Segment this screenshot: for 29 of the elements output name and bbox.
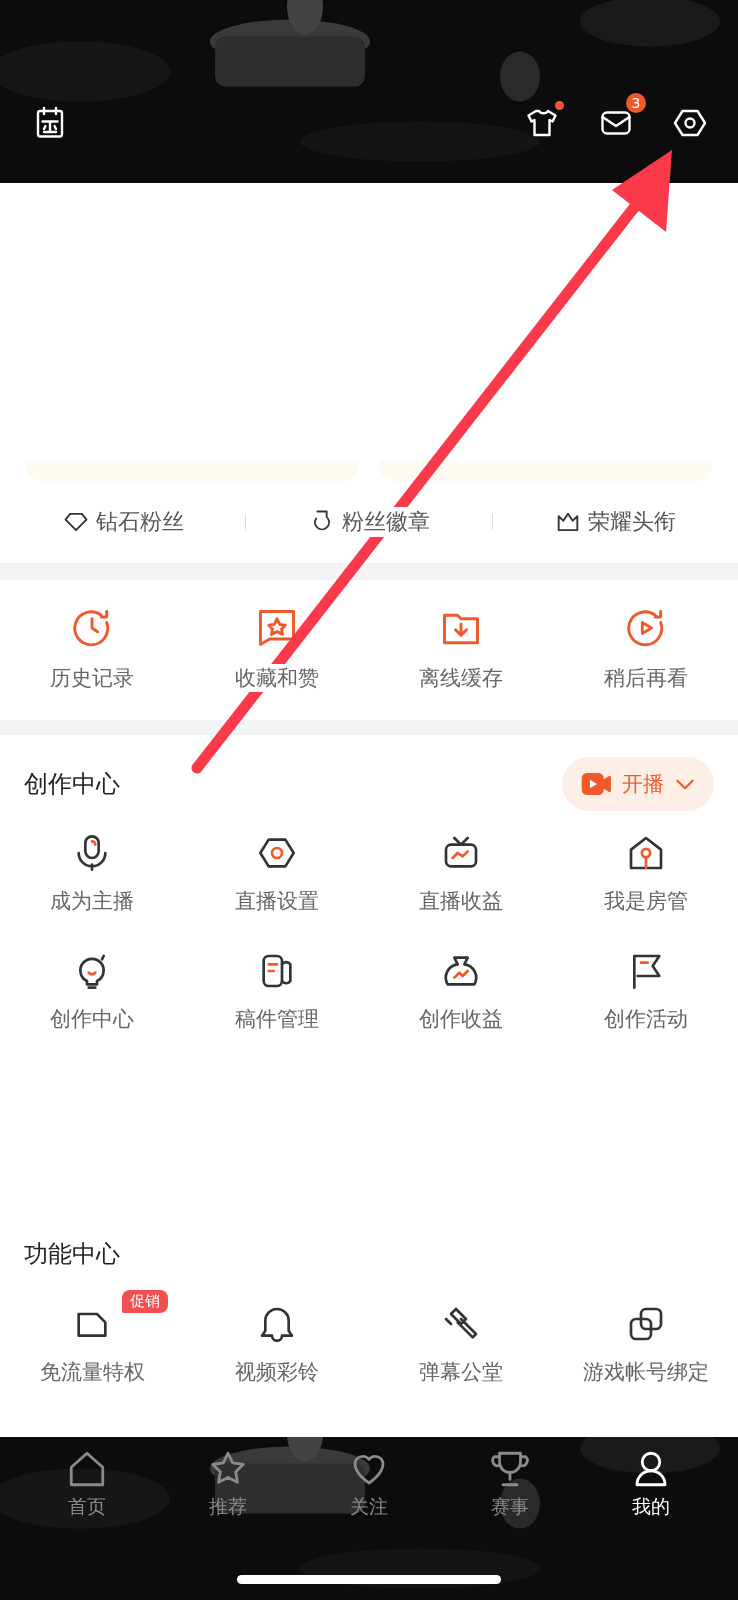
creator-item[interactable]: 创作中心 [0,951,185,1033]
creator-item[interactable]: 直播设置 [184,833,369,915]
shortcut-item[interactable]: 稍后再看 [553,580,738,720]
function-item[interactable]: 弹幕公堂 [369,1288,554,1386]
creator-item[interactable]: 创作收益 [369,951,554,1033]
creator-item[interactable]: 直播收益 [369,833,554,915]
function-item[interactable]: 促销 免流量特权 [0,1288,185,1386]
nav-tab[interactable]: 我的 [580,1447,722,1521]
creator-item[interactable]: 成为主播 [0,833,185,915]
notification-dot [555,101,564,110]
section-title: 功能中心 [24,1239,120,1270]
shortcut-item[interactable]: 收藏和赞 [184,580,369,720]
creator-item[interactable]: 稿件管理 [184,951,369,1033]
fan-link[interactable]: 钻石粉丝 [0,507,246,537]
shortcut-item[interactable]: 离线缓存 [369,580,554,720]
function-item[interactable]: 游戏帐号绑定 [553,1288,738,1386]
creator-item[interactable]: 我是房管 [553,833,738,915]
promo-badge: 促销 [122,1290,168,1313]
fan-link[interactable]: 荣耀头衔 [492,507,738,537]
nav-tab[interactable]: 赛事 [439,1447,581,1521]
creator-item[interactable]: 创作活动 [553,951,738,1033]
fan-link[interactable]: 粉丝徽章 [246,507,492,537]
go-live-button[interactable]: 开播 [562,757,714,811]
nav-tab[interactable]: 推荐 [157,1447,299,1521]
function-item[interactable]: 视频彩铃 [184,1288,369,1386]
nav-tab[interactable]: 首页 [16,1447,158,1521]
nav-tab[interactable]: 关注 [298,1447,440,1521]
shortcut-item[interactable]: 历史记录 [0,580,185,720]
section-title: 创作中心 [24,769,120,800]
